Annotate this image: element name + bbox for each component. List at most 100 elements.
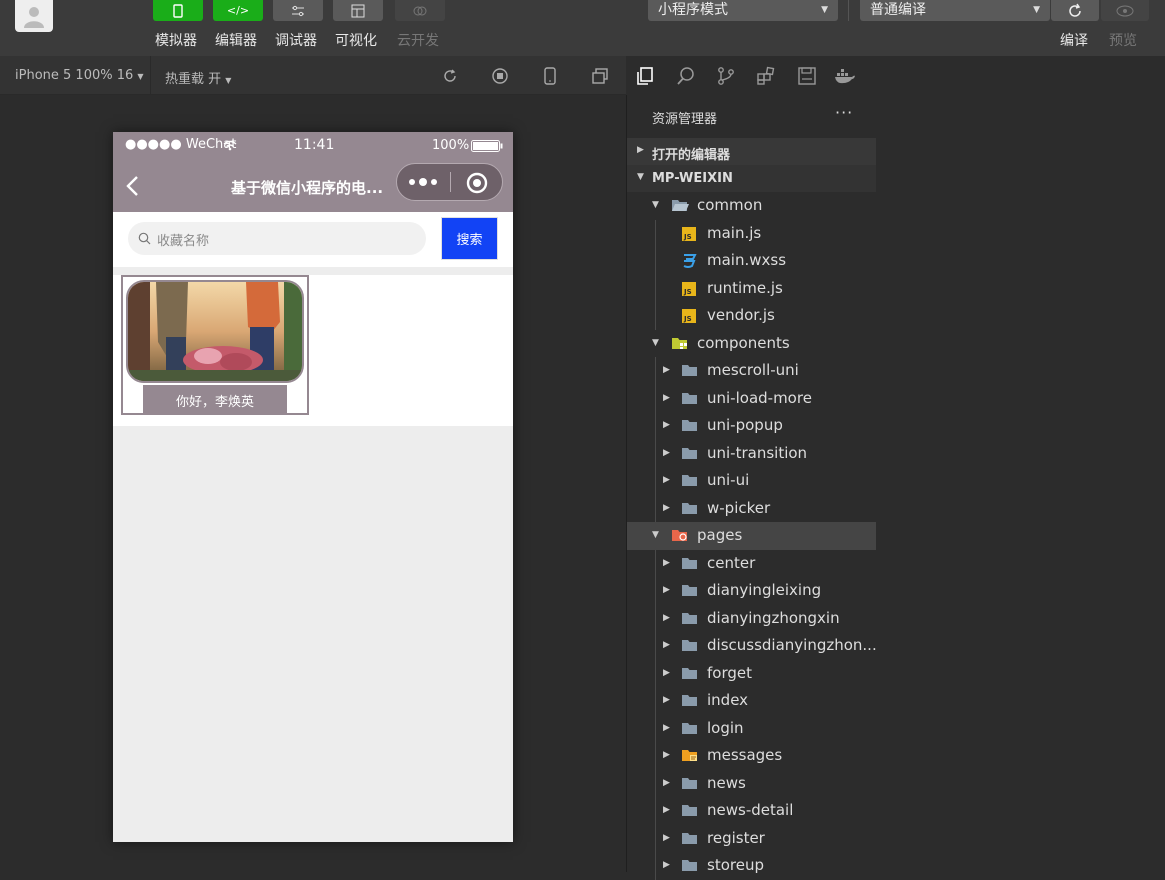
device-select[interactable]: iPhone 5 100% 16 ▼ [15, 68, 144, 83]
compile-select[interactable]: 普通编译 ▼ [860, 0, 1050, 21]
file-tree-item[interactable]: ▶ dianyingleixing [627, 577, 877, 605]
battery-text: 100% [432, 138, 470, 153]
file-tree-item-label: messages [707, 746, 783, 764]
compile-button[interactable] [1051, 0, 1099, 21]
editor-label: 编辑器 [215, 33, 257, 49]
file-tree-item[interactable]: ▶ uni-transition [627, 440, 877, 468]
file-tree-item[interactable]: ▶ uni-popup [627, 412, 877, 440]
close-capsule-icon[interactable] [465, 171, 489, 195]
save-storage-icon[interactable] [796, 65, 818, 87]
file-tree-item[interactable]: ▶ news [627, 770, 877, 798]
more-dots-icon[interactable] [408, 177, 438, 187]
folder-icon [681, 501, 698, 516]
file-tree-item-label: news-detail [707, 801, 794, 819]
folder-icon [681, 418, 698, 433]
editor-activity-bar [626, 56, 876, 95]
search-button[interactable]: 搜索 [441, 217, 498, 260]
visual-toggle-button[interactable] [333, 0, 383, 21]
preview-button[interactable] [1101, 0, 1149, 21]
user-avatar[interactable] [15, 0, 53, 32]
folder-icon [681, 858, 698, 873]
file-tree-item[interactable]: ▶ forget [627, 660, 877, 688]
chevron-right-icon: ▶ [663, 667, 670, 678]
code-icon: </> [226, 4, 250, 17]
folder-icon [681, 446, 698, 461]
open-folder-icon [671, 198, 689, 213]
file-tree-item[interactable]: main.wxss [627, 247, 877, 275]
file-tree-item[interactable]: ▶ login [627, 715, 877, 743]
file-explorer-panel: 资源管理器 ··· ▶ 打开的编辑器 ▼ MP-WEIXIN ▼ common JS… [626, 95, 877, 880]
file-tree-item[interactable]: ▶ dianyingzhongxin [627, 605, 877, 633]
docker-icon[interactable] [834, 65, 856, 87]
chevron-right-icon: ▶ [663, 475, 670, 485]
file-tree-item-label: components [697, 333, 790, 352]
source-control-icon[interactable] [715, 65, 737, 87]
clock-text: 11:41 [294, 137, 335, 153]
file-tree-item[interactable]: ▼ components [627, 330, 877, 358]
hot-reload-select[interactable]: 热重载 开 ▼ [165, 68, 231, 87]
file-tree-item[interactable]: ▶ news-detail [627, 797, 877, 825]
folder-icon [681, 556, 698, 571]
file-tree-item[interactable]: ▶ mescroll-uni [627, 357, 877, 385]
search-files-icon[interactable] [675, 65, 697, 87]
editor-toggle-button[interactable]: </> [213, 0, 263, 21]
explorer-files-icon[interactable] [634, 65, 656, 87]
chevron-right-icon: ▶ [663, 832, 670, 843]
hot-reload-value: 热重载 开 [165, 72, 222, 87]
cloud-icon [413, 6, 427, 15]
svg-text:JS: JS [683, 233, 692, 241]
back-arrow-icon[interactable] [125, 175, 139, 197]
carrier-text: ●●●●● WeChat [125, 137, 237, 152]
chevron-right-icon: ▶ [663, 447, 670, 458]
file-tree-item-label: dianyingzhongxin [707, 608, 840, 627]
phone-preview-icon[interactable] [540, 66, 560, 86]
file-tree-item[interactable]: JS runtime.js [627, 275, 877, 303]
folder-icon [681, 391, 698, 406]
nav-title: 基于微信小程序的电... [231, 179, 384, 197]
project-root-section[interactable]: ▼ MP-WEIXIN [627, 165, 877, 192]
folder-icon [681, 721, 698, 736]
eye-icon [1116, 5, 1134, 16]
file-tree-item-label: discussdianyingzhon... [707, 636, 877, 654]
file-tree-item-label: register [707, 828, 765, 847]
file-tree-item[interactable]: ▶ register [627, 825, 877, 853]
chevron-right-icon: ▶ [663, 612, 670, 623]
components-folder-icon [671, 336, 688, 351]
movie-poster-image[interactable] [126, 280, 304, 383]
js-file-icon: JS [681, 308, 698, 323]
chevron-right-icon: ▶ [663, 392, 670, 403]
more-actions-icon[interactable]: ··· [835, 103, 853, 122]
file-tree-item[interactable]: ▶ uni-load-more [627, 385, 877, 413]
search-bar: 收藏名称 搜索 [113, 212, 513, 267]
file-tree-item-label: news [707, 773, 746, 792]
detach-window-icon[interactable] [590, 66, 610, 86]
file-tree-item[interactable]: ▶ discussdianyingzhon... [627, 632, 877, 660]
phone-nav-bar: 基于微信小程序的电... [113, 160, 513, 212]
file-tree-item[interactable]: JS main.js [627, 220, 877, 248]
file-tree-item[interactable]: ▶ w-picker [627, 495, 877, 523]
file-tree-item[interactable]: ▼ pages [627, 522, 877, 550]
file-tree-item[interactable]: ▶ uni-ui [627, 467, 877, 495]
file-tree-item[interactable]: ▼ common [627, 192, 877, 220]
stop-icon[interactable] [490, 66, 510, 86]
phone-icon [173, 3, 183, 18]
file-tree-item[interactable]: ▶ center [627, 550, 877, 578]
file-tree-item[interactable]: ▶ storeup [627, 852, 877, 880]
chevron-down-icon: ▼ [637, 172, 644, 182]
reload-icon[interactable] [440, 66, 460, 86]
extensions-icon[interactable] [755, 65, 777, 87]
simulator-toggle-button[interactable] [153, 0, 203, 21]
search-input[interactable]: 收藏名称 [128, 222, 426, 255]
svg-text:JS: JS [683, 288, 692, 296]
file-tree-item[interactable]: JS vendor.js [627, 302, 877, 330]
open-editors-section[interactable]: ▶ 打开的编辑器 [627, 138, 877, 165]
debugger-toggle-button[interactable] [273, 0, 323, 21]
file-tree-item-label: dianyingleixing [707, 581, 822, 599]
file-tree-item-label: main.wxss [707, 251, 787, 269]
list-item[interactable]: 你好，李焕英 [121, 275, 309, 415]
mode-select[interactable]: 小程序模式 ▼ [648, 0, 838, 21]
editor-empty-area [876, 56, 1165, 872]
file-tree-item[interactable]: ▶ messages [627, 742, 877, 770]
cloud-dev-button[interactable] [395, 0, 445, 21]
file-tree-item[interactable]: ▶ index [627, 687, 877, 715]
